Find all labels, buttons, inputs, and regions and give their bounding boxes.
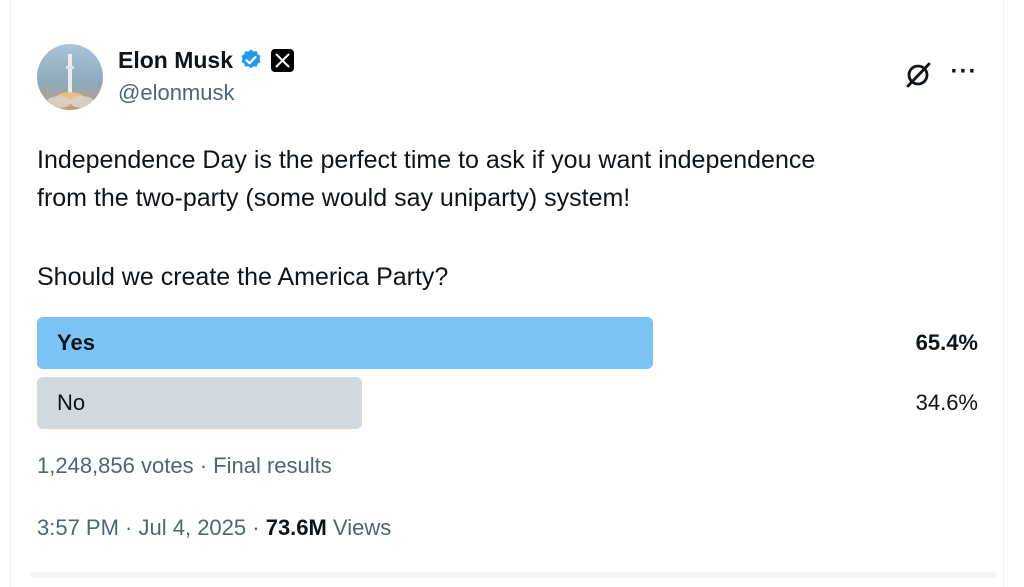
avatar[interactable]	[37, 44, 103, 110]
divider	[30, 572, 996, 578]
separator: ·	[246, 515, 266, 540]
poll-option-label: Yes	[57, 330, 95, 355]
views-label: Views	[326, 515, 392, 540]
tweet-text: Independence Day is the perfect time to …	[37, 141, 977, 217]
tweet-text-line: Independence Day is the perfect time to …	[37, 146, 816, 174]
grok-icon[interactable]	[903, 60, 933, 90]
poll-option-yes: Yes 65.4%	[37, 317, 978, 369]
x-logo-icon[interactable]	[271, 48, 295, 72]
author-name-row: Elon Musk	[118, 44, 295, 76]
separator: ·	[118, 515, 139, 540]
poll-bar-no	[37, 377, 362, 429]
tweet-meta: 3:57 PM · Jul 4, 2025 · 73.6M Views	[37, 512, 391, 544]
poll-summary: 1,248,856 votes · Final results	[37, 450, 332, 482]
post-date[interactable]: Jul 4, 2025	[139, 515, 247, 540]
vote-count: 1,248,856 votes	[37, 453, 194, 478]
tweet-text-line: from the two-party (some would say unipa…	[37, 184, 631, 212]
verified-badge-icon[interactable]	[239, 48, 263, 72]
author-name[interactable]: Elon Musk	[118, 47, 233, 74]
poll-bar-yes	[37, 317, 653, 369]
poll-option-percent: 34.6%	[915, 390, 978, 415]
more-options-icon[interactable]: ···	[947, 58, 981, 86]
separator: ·	[193, 453, 214, 478]
poll-status: Final results	[213, 453, 332, 478]
poll-option-percent: 65.4%	[915, 330, 978, 355]
author-handle[interactable]: @elonmusk	[118, 80, 235, 106]
poll-question: Should we create the America Party?	[37, 263, 449, 291]
views-count: 73.6M	[265, 515, 327, 540]
poll-option-label: No	[57, 390, 86, 415]
post-time[interactable]: 3:57 PM	[37, 515, 119, 540]
poll-option-no: No 34.6%	[37, 377, 978, 429]
